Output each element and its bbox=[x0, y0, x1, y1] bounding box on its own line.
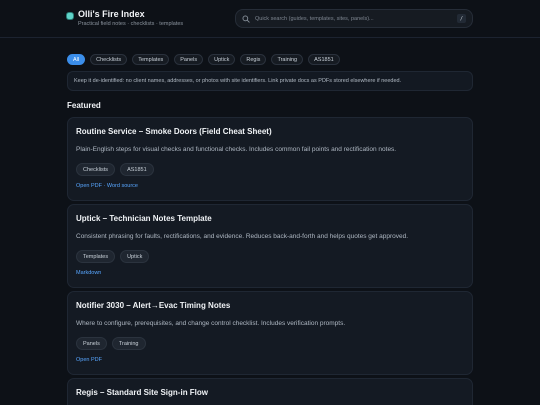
filter-chip-regis[interactable]: Regis bbox=[240, 54, 267, 65]
card-description: Plain-English steps for visual checks an… bbox=[76, 146, 397, 153]
filter-chip-checklists[interactable]: Checklists bbox=[90, 54, 128, 65]
tag-badge[interactable]: Checklists bbox=[76, 163, 116, 176]
filter-chip-all[interactable]: All bbox=[67, 54, 86, 65]
card-tags: Panels Training bbox=[76, 337, 464, 350]
open-pdf-link[interactable]: Open PDF bbox=[76, 183, 102, 189]
card-tags: Templates Uptick bbox=[76, 250, 464, 263]
top-bar: Olli's Fire Index Practical field notes … bbox=[0, 0, 540, 38]
search-input[interactable] bbox=[255, 15, 452, 22]
featured-card[interactable]: Routine Service – Smoke Doors (Field Che… bbox=[67, 117, 473, 201]
filter-chip-uptick[interactable]: Uptick bbox=[208, 54, 236, 65]
featured-card[interactable]: Uptick – Technician Notes Template Consi… bbox=[67, 204, 473, 288]
filter-chip-templates[interactable]: Templates bbox=[132, 54, 170, 65]
tag-badge[interactable]: Uptick bbox=[120, 250, 150, 263]
brand-logo-icon bbox=[67, 13, 73, 19]
search-icon bbox=[242, 15, 250, 23]
tag-badge[interactable]: Templates bbox=[76, 250, 116, 263]
filter-chip-as1851[interactable]: AS1851 bbox=[308, 54, 340, 65]
card-tags: Checklists AS1851 bbox=[76, 163, 464, 176]
brand-text: Olli's Fire Index Practical field notes … bbox=[78, 9, 183, 28]
card-links: Markdown bbox=[76, 270, 464, 276]
card-title[interactable]: Routine Service – Smoke Doors (Field Che… bbox=[76, 127, 464, 137]
tag-badge[interactable]: Training bbox=[111, 337, 146, 350]
tag-badge[interactable]: AS1851 bbox=[120, 163, 154, 176]
card-description: Consistent phrasing for faults, rectific… bbox=[76, 233, 409, 240]
privacy-notice: Keep it de-identified: no client names, … bbox=[67, 71, 473, 91]
markdown-link[interactable]: Markdown bbox=[76, 270, 101, 276]
card-title[interactable]: Notifier 3030 – Alert→Evac Timing Notes bbox=[76, 301, 464, 311]
featured-card[interactable]: Regis – Standard Site Sign-in Flow bbox=[67, 378, 473, 405]
card-description: Where to configure, prerequisites, and c… bbox=[76, 320, 346, 327]
card-title[interactable]: Regis – Standard Site Sign-in Flow bbox=[76, 388, 464, 398]
search-box[interactable]: / bbox=[235, 9, 473, 28]
search-shortcut-key: / bbox=[457, 14, 466, 23]
filter-chips: All Checklists Templates Panels Uptick R… bbox=[67, 54, 340, 65]
filter-chip-training[interactable]: Training bbox=[271, 54, 304, 65]
page: Olli's Fire Index Practical field notes … bbox=[0, 0, 540, 405]
tag-badge[interactable]: Panels bbox=[76, 337, 107, 350]
card-title[interactable]: Uptick – Technician Notes Template bbox=[76, 214, 464, 224]
featured-heading: Featured bbox=[67, 101, 101, 110]
brand[interactable]: Olli's Fire Index Practical field notes … bbox=[67, 9, 183, 28]
site-title: Olli's Fire Index bbox=[78, 9, 145, 19]
card-links: Open PDF · Word source bbox=[76, 183, 464, 189]
featured-card[interactable]: Notifier 3030 – Alert→Evac Timing Notes … bbox=[67, 291, 473, 375]
word-source-link[interactable]: Word source bbox=[107, 183, 138, 189]
card-links: Open PDF bbox=[76, 357, 464, 363]
site-subtitle: Practical field notes · checklists · tem… bbox=[78, 21, 184, 27]
filter-chip-panels[interactable]: Panels bbox=[174, 54, 204, 65]
open-pdf-link[interactable]: Open PDF bbox=[76, 357, 102, 363]
